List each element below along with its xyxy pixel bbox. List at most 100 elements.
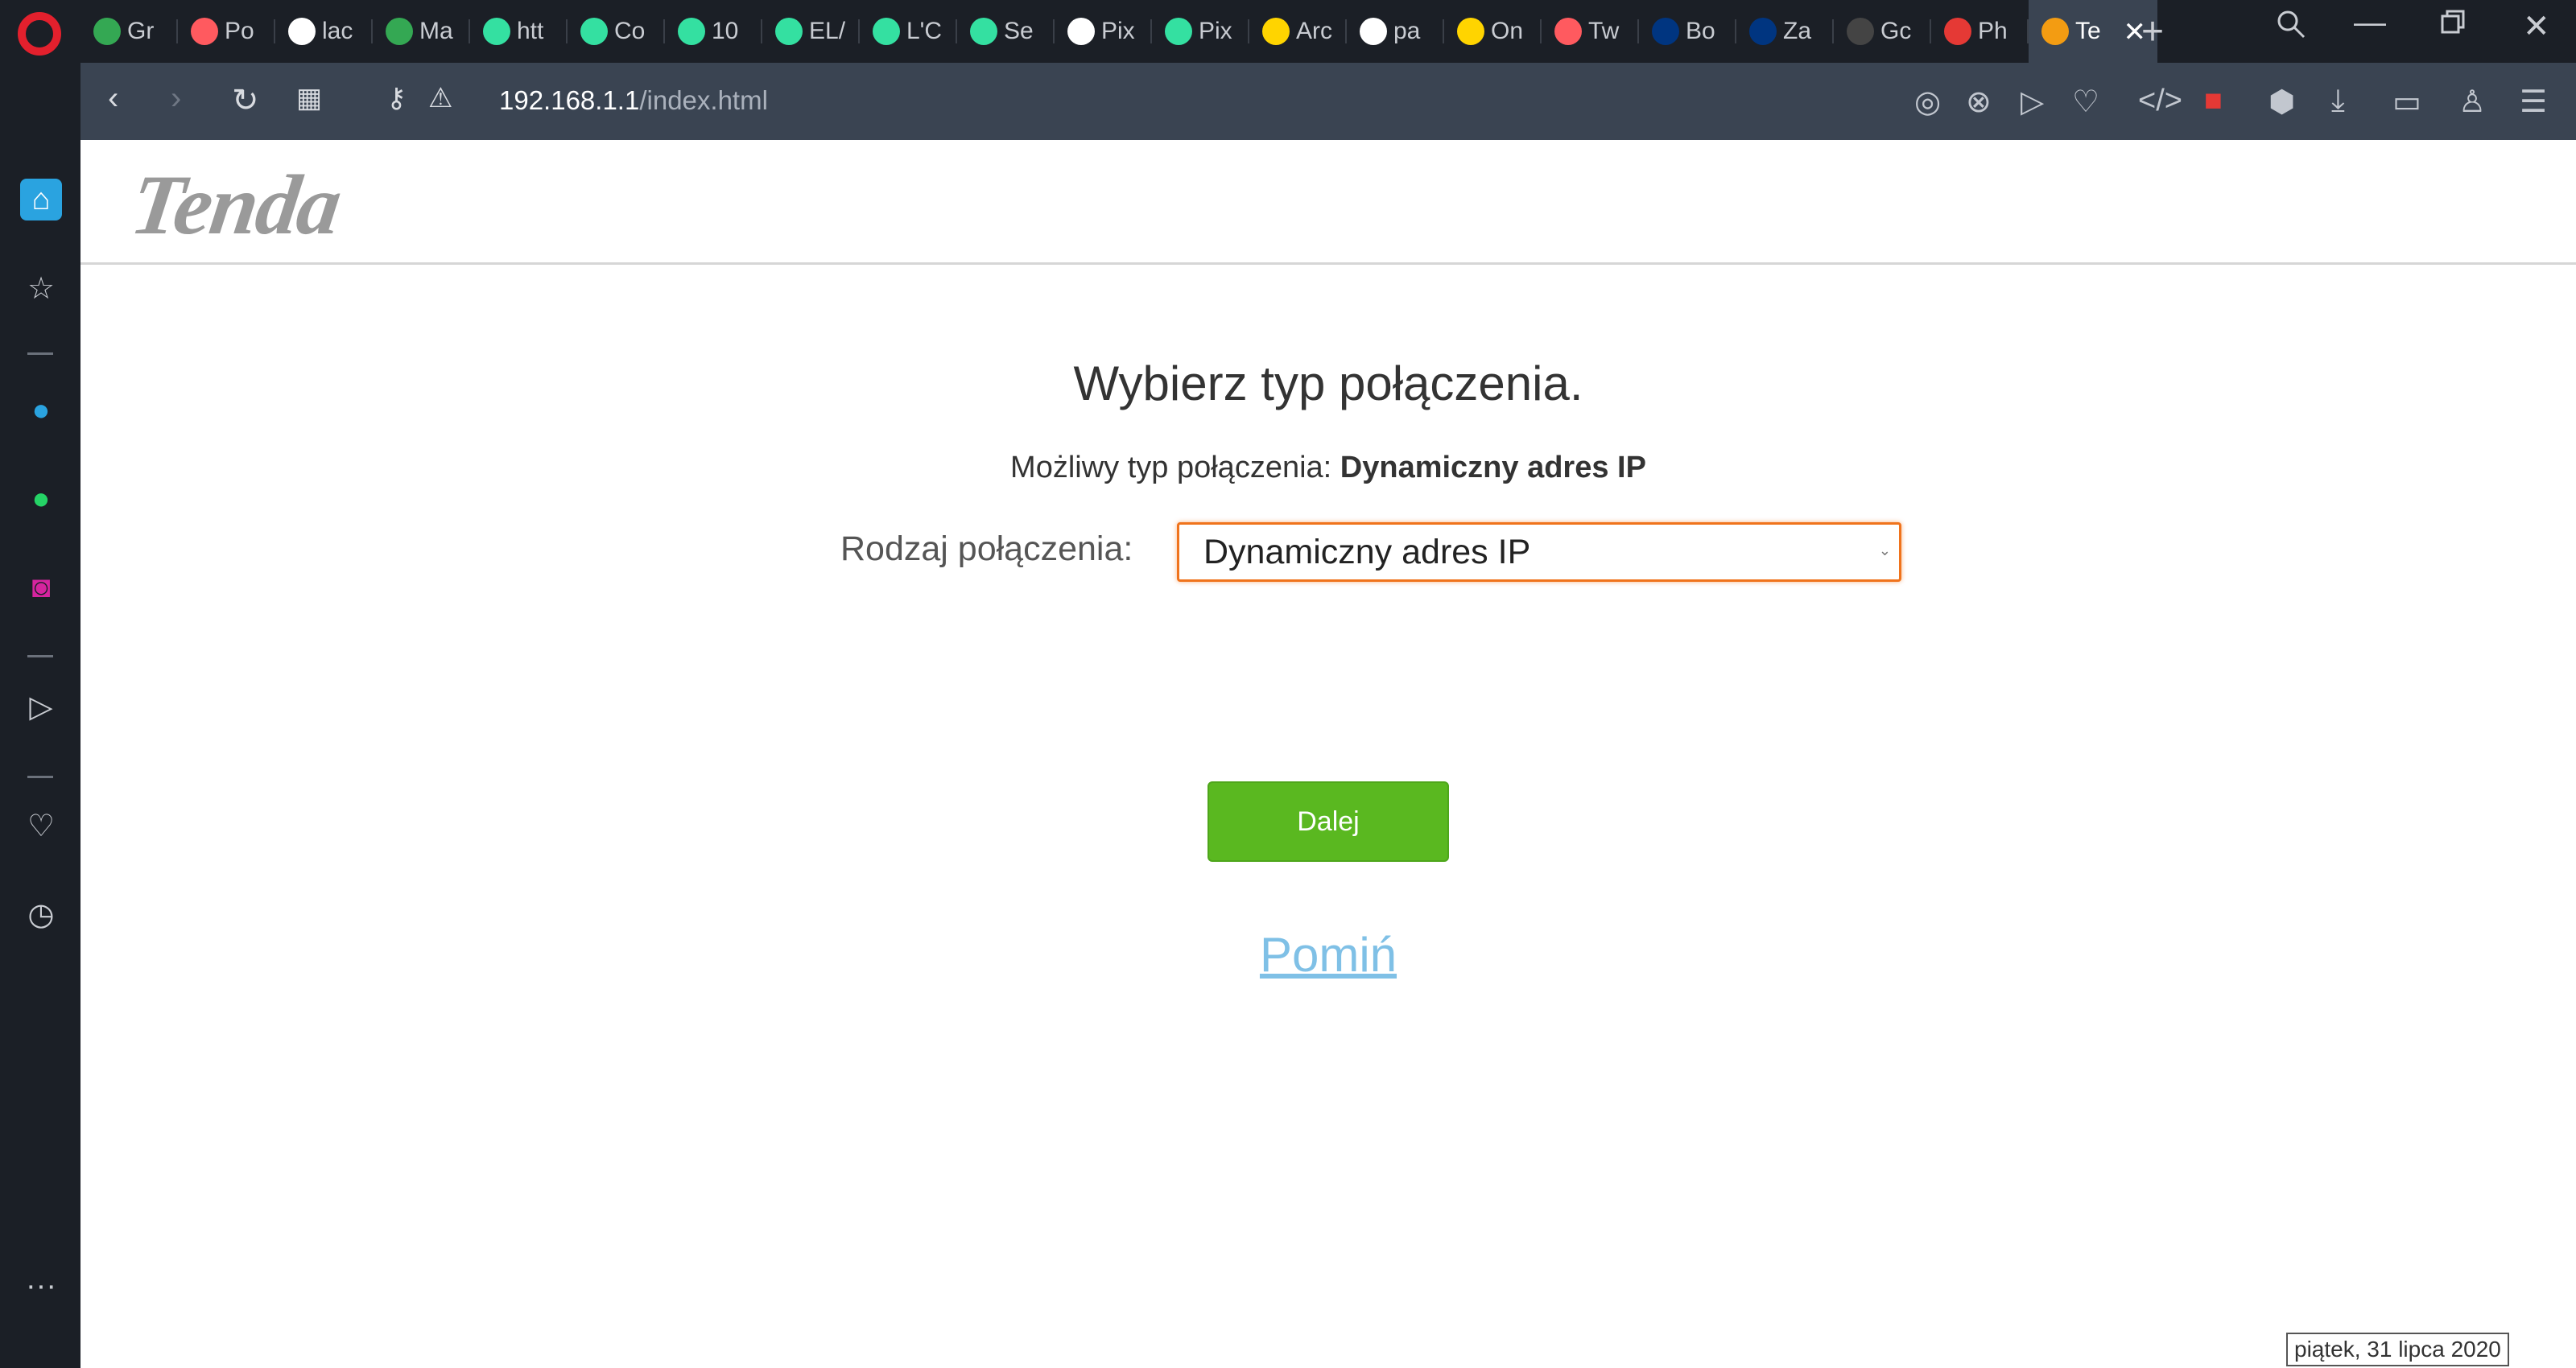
google-icon	[288, 18, 316, 45]
adblock-icon[interactable]: ⊗	[1966, 84, 1992, 120]
browser-tab[interactable]: Se	[957, 0, 1055, 63]
bookmark-heart-icon[interactable]: ♡	[2072, 84, 2099, 120]
whatsapp-icon[interactable]: ●	[20, 478, 62, 520]
opera-logo-icon[interactable]	[18, 12, 61, 56]
skip-link[interactable]: Pomiń	[80, 927, 2576, 983]
connection-type-value: Dynamiczny adres IP	[1203, 532, 1531, 571]
restore-icon[interactable]	[2439, 8, 2468, 45]
heart-icon[interactable]: ♡	[20, 805, 62, 847]
eye-icon	[1847, 18, 1874, 45]
tab-label: Pix	[1101, 18, 1135, 44]
router-setup-page: Tenda Wybierz typ połączenia. Możliwy ty…	[80, 140, 2576, 1368]
tab-label: Ma	[419, 18, 453, 44]
possible-connection-label: Możliwy typ połączenia:	[1010, 451, 1332, 484]
send-icon[interactable]: ▷	[2021, 84, 2044, 120]
tripadvisor-icon	[873, 18, 900, 45]
google-maps-icon	[386, 18, 413, 45]
download-icon[interactable]: ⤓	[2331, 84, 2345, 118]
new-tab-plus-icon[interactable]: +	[2141, 10, 2164, 54]
browser-tab[interactable]: pa	[1347, 0, 1444, 63]
next-button[interactable]: Dalej	[1208, 781, 1449, 862]
tab-label: Po	[225, 18, 254, 44]
opera-sidebar: ⌂ ☆ ● ● ◙ ▷ ♡ ◷ ···	[0, 63, 80, 1368]
chevron-down-icon: ⌄	[1878, 542, 1891, 558]
airbnb-icon	[1554, 18, 1582, 45]
browser-tab[interactable]: Gr	[80, 0, 178, 63]
tab-label: htt	[517, 18, 544, 44]
tab-active[interactable]: Te ✕	[2029, 0, 2157, 63]
key-icon[interactable]: ⚷	[386, 82, 407, 114]
browser-tab[interactable]: Za	[1736, 0, 1834, 63]
tripadvisor-icon	[678, 18, 705, 45]
tab-label: Co	[614, 18, 646, 44]
tab-label: L'C	[906, 18, 943, 44]
circle-icon	[1457, 18, 1484, 45]
browser-tab[interactable]: Arc	[1249, 0, 1347, 63]
connection-type-select[interactable]: Dynamiczny adres IP ⌄	[1177, 522, 1901, 582]
battery-icon[interactable]: ▭	[2392, 84, 2421, 120]
possible-connection-info: Możliwy typ połączenia: Dynamiczny adres…	[80, 451, 2576, 485]
tab-label: Pix	[1199, 18, 1232, 44]
date-tooltip: piątek, 31 lipca 2020	[2286, 1333, 2509, 1366]
page-title: Wybierz typ połączenia.	[1073, 356, 1583, 410]
browser-tab[interactable]: Pix	[1055, 0, 1152, 63]
c-icon	[1944, 18, 1971, 45]
tab-label: lac	[322, 18, 353, 44]
airbnb-icon	[191, 18, 218, 45]
home-icon[interactable]: ⌂	[20, 179, 62, 220]
back-icon[interactable]: ‹	[108, 80, 118, 117]
easy-setup-icon[interactable]: ☰	[2520, 84, 2547, 120]
sidebar-divider	[27, 352, 53, 355]
browser-tab[interactable]: Bo	[1639, 0, 1736, 63]
tripadvisor-icon	[580, 18, 608, 45]
page-header: Tenda	[80, 140, 2576, 265]
url-path: /index.html	[639, 85, 768, 115]
browser-tab[interactable]: Ma	[373, 0, 470, 63]
google-maps-icon	[93, 18, 121, 45]
cube-extension-icon[interactable]: ⬢	[2268, 84, 2295, 120]
booking-icon	[1652, 18, 1679, 45]
possible-connection-value: Dynamiczny adres IP	[1340, 451, 1646, 484]
developer-code-icon[interactable]: </>	[2138, 84, 2182, 118]
tab-list: Gr Po lac Ma htt Co 10 EL/L'C Se Pix Pix Arc pa On Tw B…	[80, 0, 2157, 63]
browser-tab[interactable]: lac	[275, 0, 373, 63]
url-host: 192.168.1.1	[499, 85, 640, 115]
connection-type-label: Rodzaj połączenia:	[840, 529, 1133, 568]
browser-tab[interactable]: EL/	[762, 0, 860, 63]
browser-tab[interactable]: Gc	[1834, 0, 1931, 63]
bookmarks-star-icon[interactable]: ☆	[20, 267, 62, 309]
more-dots-icon[interactable]: ···	[20, 1265, 62, 1307]
browser-tab[interactable]: L'C	[860, 0, 957, 63]
browser-tab[interactable]: Tw	[1542, 0, 1639, 63]
snapshot-camera-icon[interactable]: ◎	[1914, 84, 1941, 120]
account-icon[interactable]: ♙	[2458, 84, 2486, 120]
browser-tab[interactable]: htt	[470, 0, 568, 63]
address-toolbar: ‹ › ↻ ▦ ⚷ ⚠ 192.168.1.1/index.html ◎ ⊗ ▷…	[80, 63, 2576, 140]
tab-strip: Gr Po lac Ma htt Co 10 EL/L'C Se Pix Pix Arc pa On Tw B…	[0, 0, 2576, 63]
browser-tab[interactable]: Ph	[1931, 0, 2029, 63]
reload-icon[interactable]: ↻	[232, 82, 259, 119]
document-icon	[1067, 18, 1095, 45]
search-tabs-icon[interactable]	[2275, 8, 2307, 48]
browser-tab[interactable]: Co	[568, 0, 665, 63]
address-field[interactable]: 192.168.1.1/index.html	[499, 85, 768, 116]
browser-tab[interactable]: Po	[178, 0, 275, 63]
tripadvisor-icon	[970, 18, 997, 45]
google-icon	[1360, 18, 1387, 45]
close-window-icon[interactable]: ✕	[2523, 8, 2550, 45]
forward-icon[interactable]: ›	[171, 80, 181, 117]
send-flow-icon[interactable]: ▷	[20, 686, 62, 727]
messenger-icon[interactable]: ●	[20, 389, 62, 431]
tab-label: Bo	[1686, 18, 1715, 44]
instagram-icon[interactable]: ◙	[20, 567, 62, 608]
browser-tab[interactable]: Pix	[1152, 0, 1249, 63]
history-clock-icon[interactable]: ◷	[20, 893, 62, 935]
warning-icon[interactable]: ⚠	[428, 82, 452, 114]
tabs-grid-icon[interactable]: ▦	[296, 82, 322, 114]
browser-tab[interactable]: 10	[665, 0, 762, 63]
lastpass-icon[interactable]: ■	[2204, 84, 2223, 118]
minimize-icon[interactable]: —	[2354, 5, 2386, 41]
tenda-logo: Tenda	[125, 158, 346, 252]
tenda-icon	[2041, 18, 2069, 45]
browser-tab[interactable]: On	[1444, 0, 1542, 63]
